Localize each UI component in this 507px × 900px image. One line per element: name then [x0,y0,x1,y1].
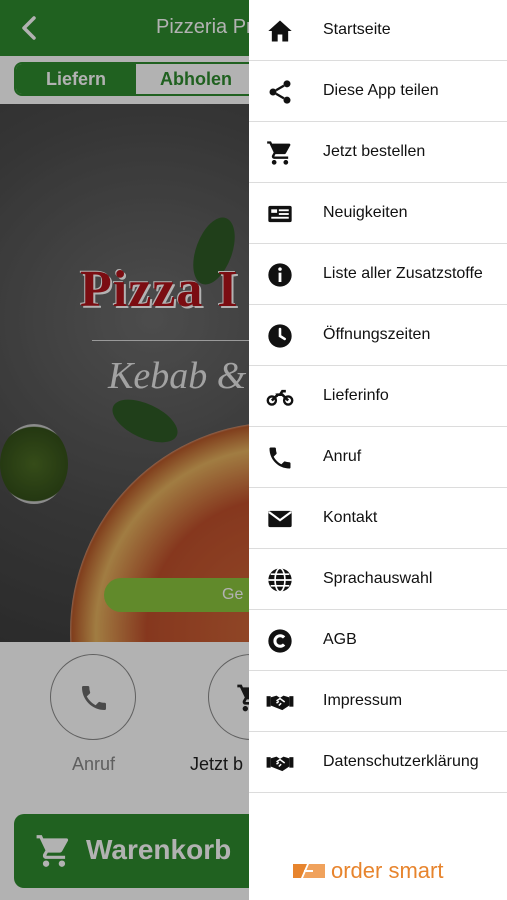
menu-item-label: Datenschutzerklärung [323,753,479,770]
menu-list: Startseite Diese App teilen Jetzt bestel… [249,0,507,793]
info-icon [265,260,295,290]
motorcycle-icon [265,382,295,412]
menu-item-home[interactable]: Startseite [249,0,507,61]
menu-item-contact[interactable]: Kontakt [249,488,507,549]
menu-item-label: Diese App teilen [323,82,439,99]
menu-item-label: Liste aller Zusatzstoffe [323,265,483,282]
menu-item-label: Neuigkeiten [323,204,408,221]
menu-item-label: Startseite [323,21,391,38]
menu-item-label: Anruf [323,448,362,465]
menu-item-imprint[interactable]: Impressum [249,671,507,732]
menu-item-label: Sprachauswahl [323,570,433,587]
envelope-icon [265,504,295,534]
newspaper-icon [265,199,295,229]
menu-item-additives[interactable]: Liste aller Zusatzstoffe [249,244,507,305]
brand-logo: order smart [291,858,443,884]
clock-icon [265,321,295,351]
menu-item-label: AGB [323,631,357,648]
menu-item-label: Öffnungszeiten [323,326,431,343]
home-icon [265,16,295,46]
menu-item-share[interactable]: Diese App teilen [249,61,507,122]
cart-icon [265,138,295,168]
side-menu: Startseite Diese App teilen Jetzt bestel… [249,0,507,900]
menu-item-label: Kontakt [323,509,378,526]
copyright-icon [265,626,295,656]
menu-item-label: Lieferinfo [323,387,389,404]
handshake-icon [265,687,295,717]
phone-icon [265,443,295,473]
menu-item-order[interactable]: Jetzt bestellen [249,122,507,183]
menu-item-language[interactable]: Sprachauswahl [249,549,507,610]
globe-icon [265,565,295,595]
menu-item-label: Jetzt bestellen [323,143,426,160]
share-icon [265,77,295,107]
menu-item-terms[interactable]: AGB [249,610,507,671]
menu-item-privacy[interactable]: Datenschutzerklärung [249,732,507,793]
handshake-icon [265,748,295,778]
menu-item-delivery-info[interactable]: Lieferinfo [249,366,507,427]
menu-item-opening-hours[interactable]: Öffnungszeiten [249,305,507,366]
order-smart-logo-icon [291,860,327,882]
menu-item-news[interactable]: Neuigkeiten [249,183,507,244]
brand-name: order smart [331,858,444,883]
menu-item-call[interactable]: Anruf [249,427,507,488]
menu-item-label: Impressum [323,692,403,709]
